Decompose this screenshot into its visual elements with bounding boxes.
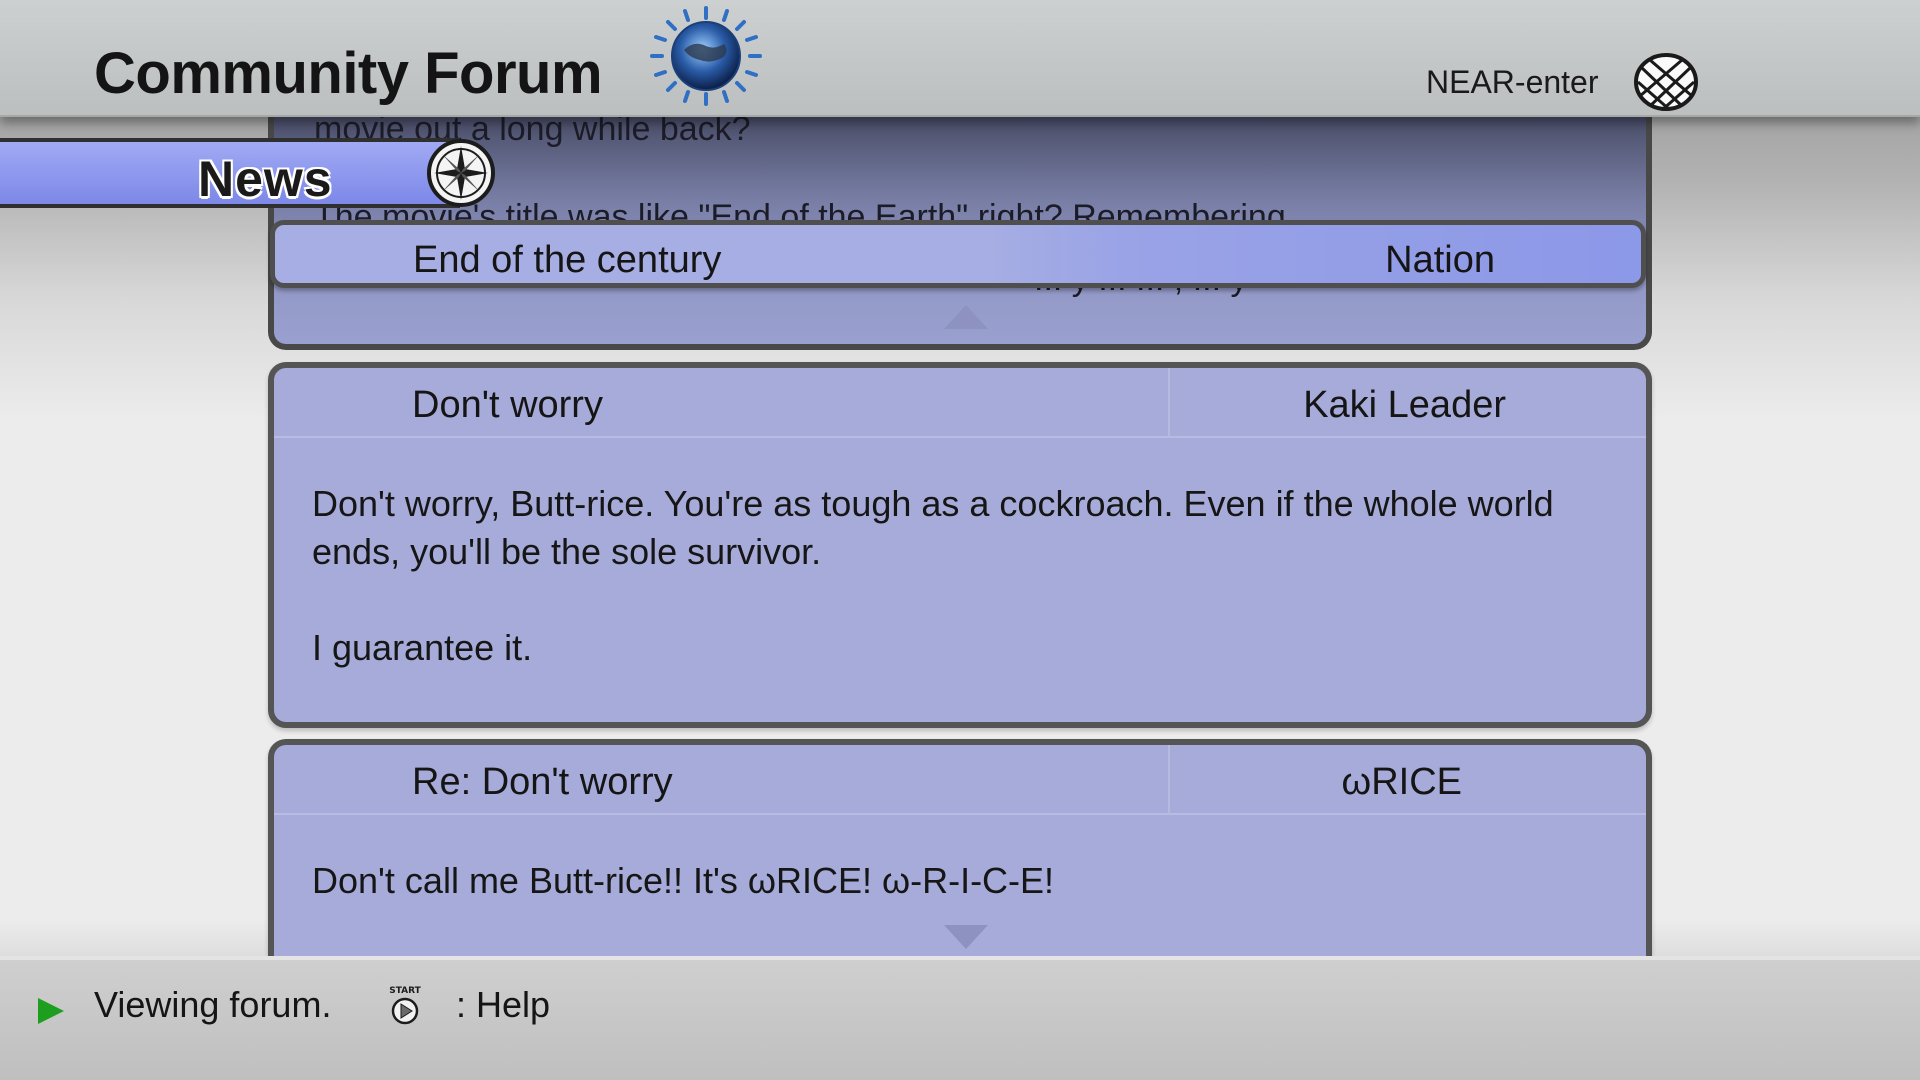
header-divider <box>1168 745 1170 815</box>
app-title: Community Forum <box>94 41 603 106</box>
wireframe-globe-icon[interactable] <box>1632 52 1700 112</box>
header-bar: Community Forum NEAR-enter <box>0 0 1920 117</box>
section-tab-news[interactable]: News <box>0 138 460 208</box>
user-name: NEAR-enter <box>1426 64 1599 100</box>
status-text: Viewing forum. <box>94 984 332 1025</box>
thread-title: End of the century <box>413 239 722 281</box>
post-paragraph: Don't worry, Butt-rice. You're as tough … <box>312 483 1554 572</box>
scroll-down-arrow-icon[interactable] <box>944 925 988 949</box>
status-bar: Viewing forum. START : Help <box>0 956 1920 1080</box>
post-title: Re: Don't worry <box>412 761 673 803</box>
post-header: Don't worry Kaki Leader <box>274 368 1646 438</box>
post-header: Re: Don't worry ωRICE <box>274 745 1646 815</box>
post-paragraph: Don't call me Butt-rice!! It's ωRICE! ω-… <box>312 860 1055 901</box>
compass-icon <box>427 139 495 207</box>
globe-icon <box>650 6 762 106</box>
post-paragraph: I guarantee it. <box>312 627 533 668</box>
thread-author: Nation <box>1385 239 1495 281</box>
scroll-up-arrow-icon[interactable] <box>944 305 988 329</box>
post-body: Don't call me Butt-rice!! It's ωRICE! ω-… <box>312 857 1572 953</box>
svg-text:START: START <box>389 986 421 996</box>
help-label: : Help <box>456 984 551 1025</box>
post-author: Kaki Leader <box>1303 384 1506 426</box>
section-tab-label: News <box>198 151 333 207</box>
selected-thread-bar[interactable]: End of the century Nation <box>270 220 1646 288</box>
play-arrow-icon <box>38 998 64 1024</box>
header-divider <box>1168 368 1170 438</box>
start-button-icon[interactable]: START <box>386 982 424 1026</box>
post-author: ωRICE <box>1341 761 1462 803</box>
post-body: Don't worry, Butt-rice. You're as tough … <box>312 480 1572 720</box>
forum-post[interactable]: Don't worry Kaki Leader Don't worry, But… <box>268 362 1652 728</box>
post-title: Don't worry <box>412 384 603 426</box>
